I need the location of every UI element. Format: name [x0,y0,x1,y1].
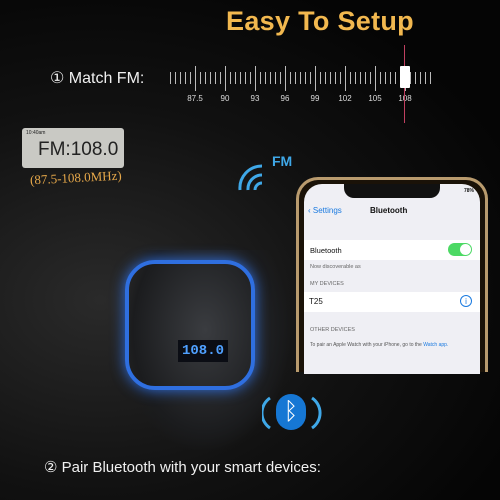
minor-tick [175,72,176,84]
minor-tick [265,72,266,84]
watch-note: To pair an Apple Watch with your iPhone,… [310,342,475,348]
scale-label: 96 [280,94,290,103]
screen-title: Bluetooth [370,206,408,215]
scale-label: 93 [250,94,260,103]
transmitter-blue-ring [125,260,255,390]
my-devices-header: MY DEVICES [310,281,344,287]
minor-tick [205,72,206,84]
minor-tick [305,72,306,84]
minor-tick [275,72,276,84]
minor-tick [235,72,236,84]
minor-tick [415,72,416,84]
battery-status: 78% [463,188,474,194]
scale-label: 87.5 [187,94,203,103]
major-tick [345,66,346,91]
major-tick [195,66,196,91]
minor-tick [350,72,351,84]
minor-tick [300,72,301,84]
radio-time: 10:40am [26,130,46,136]
minor-tick [295,72,296,84]
minor-tick [385,72,386,84]
fm-signal-icon [238,164,263,191]
major-tick [225,66,226,91]
minor-tick [340,72,341,84]
car-radio-display: 10:40am FM:108.0 [22,128,124,168]
discoverable-text: Now discoverable as [310,264,361,270]
minor-tick [310,72,311,84]
minor-tick [230,72,231,84]
minor-tick [250,72,251,84]
scale-label: 108 [398,94,412,103]
major-tick [255,66,256,91]
minor-tick [180,72,181,84]
info-icon[interactable]: i [460,295,472,307]
watch-note-text: To pair an Apple Watch with your iPhone,… [310,342,422,348]
device-row[interactable]: T25 i [304,292,480,312]
scale-label: 99 [310,94,320,103]
major-tick [375,66,376,91]
watch-app-link[interactable]: Watch app. [423,342,448,348]
minor-tick [185,72,186,84]
minor-tick [430,72,431,84]
scale-label: 90 [220,94,230,103]
bluetooth-label: Bluetooth [310,246,342,255]
radio-frequency: FM:108.0 [38,139,119,160]
bluetooth-row: Bluetooth [304,240,480,260]
minor-tick [425,72,426,84]
step2-label: ② Pair Bluetooth with your smart devices… [44,459,321,476]
fm-scale: 87.5 90 93 96 99 102 105 108 [0,0,500,130]
minor-tick [280,72,281,84]
minor-tick [420,72,421,84]
minor-tick [170,72,171,84]
minor-tick [395,72,396,84]
minor-tick [215,72,216,84]
phone-screen: 78% ‹ Settings Bluetooth Bluetooth Now d… [304,184,480,374]
minor-tick [240,72,241,84]
minor-tick [260,72,261,84]
minor-tick [200,72,201,84]
bluetooth-toggle[interactable] [448,243,472,256]
minor-tick [270,72,271,84]
phone-notch [344,184,440,198]
back-label: Settings [312,206,342,215]
phone: 78% ‹ Settings Bluetooth Bluetooth Now d… [296,177,488,374]
scale-label: 102 [338,94,352,103]
minor-tick [290,72,291,84]
bluetooth-icon: ᛒ [276,394,306,430]
minor-tick [390,72,391,84]
minor-tick [245,72,246,84]
minor-tick [370,72,371,84]
minor-tick [410,72,411,84]
minor-tick [325,72,326,84]
other-devices-header: OTHER DEVICES [310,327,355,333]
transmitter-led-display: 108.0 [178,340,228,362]
minor-tick [330,72,331,84]
minor-tick [335,72,336,84]
minor-tick [380,72,381,84]
minor-tick [210,72,211,84]
fm-slider-knob[interactable] [400,66,410,88]
minor-tick [320,72,321,84]
back-button[interactable]: ‹ Settings [308,206,342,215]
minor-tick [365,72,366,84]
major-tick [285,66,286,91]
minor-tick [355,72,356,84]
minor-tick [360,72,361,84]
major-tick [315,66,316,91]
minor-tick [190,72,191,84]
device-name: T25 [309,297,323,306]
minor-tick [220,72,221,84]
scale-label: 105 [368,94,382,103]
fm-label: FM [272,153,293,169]
